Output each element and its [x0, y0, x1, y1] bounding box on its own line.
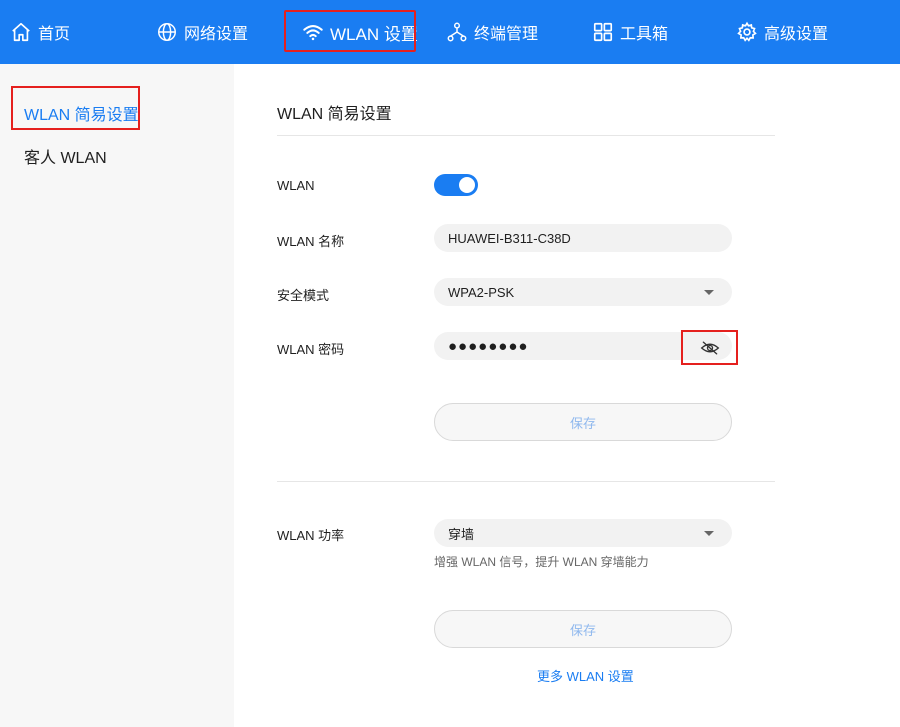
gear-icon — [737, 21, 757, 42]
ssid-field-wrap — [434, 224, 732, 252]
security-label: 安全模式 — [277, 288, 330, 303]
ssid-input[interactable] — [448, 230, 732, 246]
sidebar-item-guest-wlan[interactable]: 客人 WLAN — [24, 144, 107, 168]
nav-item-home[interactable]: 首页 — [10, 0, 70, 64]
nav-item-devices[interactable]: 终端管理 — [446, 0, 538, 64]
nav-item-network[interactable]: 网络设置 — [156, 0, 248, 64]
power-select-value: 穿墙 — [448, 526, 475, 542]
main-content: WLAN 简易设置 WLAN WLAN 名称 安全模式 WPA2-PSK WLA… — [234, 64, 900, 727]
toggle-knob — [459, 177, 475, 193]
home-icon — [12, 22, 30, 42]
nav-item-label: 网络设置 — [184, 26, 249, 43]
save-button-power[interactable]: 保存 — [434, 610, 732, 648]
highlight-box — [284, 10, 416, 52]
nav-item-label: 高级设置 — [764, 26, 829, 43]
wlan-toggle[interactable] — [434, 174, 478, 196]
nav-item-advanced[interactable]: 高级设置 — [736, 0, 828, 64]
security-select-value: WPA2-PSK — [448, 284, 515, 300]
power-label: WLAN 功率 — [277, 528, 345, 543]
password-label: WLAN 密码 — [277, 342, 345, 357]
sidebar-item-wlan-easy-setup[interactable]: WLAN 简易设置 — [24, 101, 139, 125]
power-select[interactable]: 穿墙 — [434, 519, 732, 547]
chevron-down-icon — [704, 290, 714, 295]
power-hint: 增强 WLAN 信号，提升 WLAN 穿墙能力 — [434, 555, 649, 569]
nav-item-label: 工具箱 — [620, 26, 669, 43]
devices-icon — [447, 22, 467, 42]
sidebar: WLAN 简易设置 客人 WLAN — [0, 64, 234, 727]
chevron-down-icon — [704, 531, 714, 536]
more-wlan-settings-link[interactable]: 更多 WLAN 设置 — [537, 666, 634, 685]
nav-item-toolbox[interactable]: 工具箱 — [592, 0, 668, 64]
globe-icon — [158, 23, 176, 41]
security-select[interactable]: WPA2-PSK — [434, 278, 732, 306]
password-value: ●●●●●●●● — [448, 337, 529, 355]
wlan-label: WLAN — [277, 178, 315, 193]
password-visibility-toggle[interactable] — [681, 330, 738, 365]
nav-item-label: 终端管理 — [474, 26, 539, 43]
grid-icon — [593, 22, 613, 42]
divider — [277, 135, 775, 136]
divider — [277, 481, 775, 482]
page-title: WLAN 简易设置 — [277, 106, 392, 123]
nav-item-label: 首页 — [38, 26, 71, 43]
ssid-label: WLAN 名称 — [277, 234, 345, 249]
save-button[interactable]: 保存 — [434, 403, 732, 441]
eye-slash-icon — [700, 341, 719, 354]
nav-item-wlan[interactable]: WLAN 设置 — [284, 0, 418, 64]
top-nav: 首页 网络设置 WLAN 设置 终端管理 工具箱 高级设置 — [0, 0, 900, 64]
